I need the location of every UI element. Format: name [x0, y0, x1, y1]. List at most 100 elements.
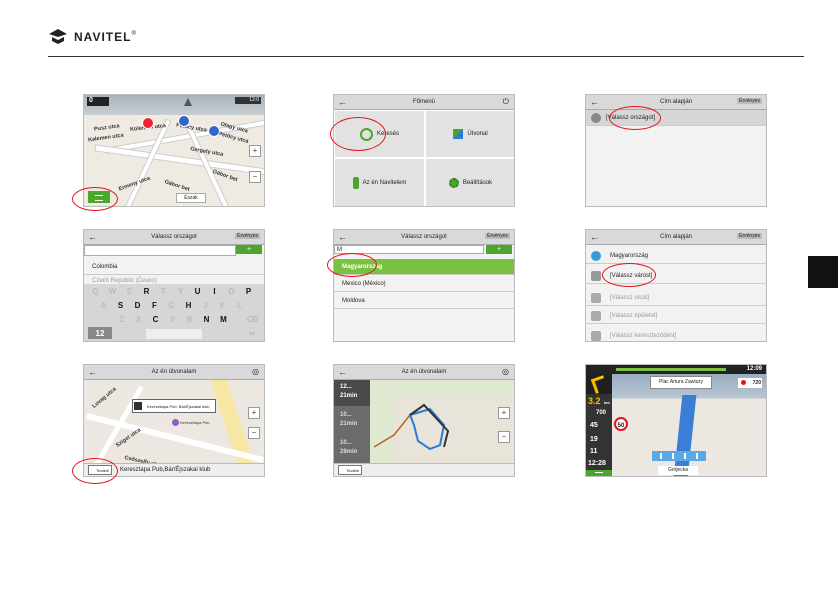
back-arrow-icon[interactable]: ← — [338, 366, 347, 378]
key-j[interactable]: J — [198, 299, 213, 311]
poi-pin-icon[interactable] — [172, 419, 179, 426]
poi-icon[interactable] — [142, 117, 154, 129]
key-r[interactable]: R — [139, 285, 154, 297]
back-arrow-icon[interactable]: ← — [88, 231, 97, 243]
back-arrow-icon[interactable]: ← — [88, 366, 97, 378]
tile-label: Útvonal — [467, 131, 488, 137]
go-button[interactable]: Tovább — [338, 465, 362, 475]
ok-button[interactable]: Érvényes — [737, 233, 762, 239]
zoom-in-icon[interactable]: + — [248, 407, 260, 419]
globe-icon[interactable]: ◎ — [252, 366, 259, 378]
power-icon[interactable]: ⏻ — [503, 96, 509, 108]
list-item[interactable]: Moldova — [334, 293, 514, 309]
zoom-out-icon[interactable]: − — [249, 171, 261, 183]
key-a[interactable]: A — [96, 299, 111, 311]
poi-icon[interactable] — [178, 115, 190, 127]
back-arrow-icon[interactable]: ← — [590, 96, 599, 108]
zoom-in-icon[interactable]: + — [498, 407, 510, 419]
row-label: [Válassz utcát] — [610, 294, 650, 301]
list-item[interactable]: Colombia — [84, 259, 264, 275]
key-p[interactable]: P — [241, 285, 256, 297]
screen-title: Az én útvonalam — [401, 369, 447, 375]
tile-route[interactable]: Útvonal — [425, 110, 514, 158]
building-row[interactable]: [Válassz épületet] — [586, 308, 766, 324]
add-button[interactable]: + — [236, 245, 262, 254]
tile-my-navitel[interactable]: Az én Navitelem — [334, 158, 425, 206]
row-label: Moldova — [342, 297, 365, 304]
map-road — [206, 365, 258, 476]
ok-button[interactable]: Érvényes — [235, 233, 260, 239]
route-time: 28min — [340, 449, 358, 455]
zoom-out-icon[interactable]: − — [248, 427, 260, 439]
row-label: Colombia — [92, 263, 118, 270]
intersection-icon — [591, 331, 601, 341]
key-b[interactable]: B — [182, 313, 197, 325]
street-row[interactable]: [Válassz utcát] — [586, 290, 766, 306]
search-input[interactable] — [84, 245, 236, 256]
side-tab — [808, 256, 838, 288]
key-i[interactable]: I — [207, 285, 222, 297]
key-f[interactable]: F — [147, 299, 162, 311]
back-arrow-icon[interactable]: ← — [338, 231, 347, 243]
destination-label: Keresztapa Pub,Bár/Éjszakai klub — [120, 467, 211, 473]
screen-title: Főmenü — [412, 99, 435, 105]
eta-distance: 11 — [590, 448, 598, 455]
key-g[interactable]: G — [164, 299, 179, 311]
key-m[interactable]: M — [216, 313, 231, 325]
enter-icon[interactable]: ↵ — [245, 327, 260, 339]
tile-settings[interactable]: Beállítások — [425, 158, 514, 206]
street-icon — [591, 293, 601, 303]
key-d[interactable]: D — [130, 299, 145, 311]
globe-icon[interactable]: ◎ — [502, 366, 509, 378]
menu-icon — [595, 472, 603, 476]
key-s[interactable]: S — [113, 299, 128, 311]
route-distance[interactable]: 10... — [340, 412, 352, 418]
ok-button[interactable]: Érvényes — [737, 98, 762, 104]
route-distance: 12... — [340, 384, 352, 390]
key-e[interactable]: E — [122, 285, 137, 297]
city-icon — [591, 271, 601, 281]
key-u[interactable]: U — [190, 285, 205, 297]
key-l[interactable]: L — [232, 299, 247, 311]
key-t[interactable]: T — [156, 285, 171, 297]
back-arrow-icon[interactable]: ← — [338, 96, 347, 108]
ok-button[interactable]: Érvényes — [485, 233, 510, 239]
key-v[interactable]: V — [165, 313, 180, 325]
numbers-key[interactable]: 12 — [88, 327, 112, 339]
key-n[interactable]: N — [199, 313, 214, 325]
key-y[interactable]: Y — [173, 285, 188, 297]
key-o[interactable]: O — [224, 285, 239, 297]
speed-limit-sign: 50 — [614, 417, 628, 431]
list-item[interactable]: Mexico (México) — [334, 276, 514, 292]
menu-button[interactable] — [586, 470, 612, 476]
zoom-out-icon[interactable]: − — [498, 431, 510, 443]
add-button[interactable]: + — [486, 245, 512, 254]
north-up-button[interactable]: Észak — [176, 193, 206, 203]
screenshot-destination: ← Az én útvonalam ◎ Lovag utca Sziget ut… — [83, 364, 265, 477]
route-progress — [616, 368, 726, 371]
poi-popup[interactable]: Kereszttapa Pub, Bár/Éjszakai klub — [132, 399, 216, 413]
turn-distance-unit: km — [604, 400, 610, 405]
poi-icon[interactable] — [208, 125, 220, 137]
zoom-in-icon[interactable]: + — [249, 145, 261, 157]
key-h[interactable]: H — [181, 299, 196, 311]
compass-icon[interactable] — [184, 98, 192, 106]
key-x[interactable]: X — [131, 313, 146, 325]
back-arrow-icon[interactable]: ← — [590, 231, 599, 243]
turn-distance: 3.2 — [588, 396, 601, 406]
space-key[interactable] — [146, 329, 202, 339]
key-q[interactable]: Q — [88, 285, 103, 297]
intersection-row[interactable]: [Válassz kereszteződést] — [586, 328, 766, 341]
key-w[interactable]: W — [105, 285, 120, 297]
my-navitel-icon — [352, 176, 359, 189]
title-bar: ← Az én útvonalam ◎ — [334, 365, 514, 380]
lane-arrow-icon — [672, 453, 674, 459]
route-distance[interactable]: 10... — [340, 440, 352, 446]
backspace-icon[interactable]: ⌫ — [245, 313, 260, 325]
key-k[interactable]: K — [215, 299, 230, 311]
key-c[interactable]: C — [148, 313, 163, 325]
highlight-circle — [72, 458, 118, 484]
navitel-logo-icon — [49, 29, 67, 44]
country-row[interactable]: Magyarország — [586, 248, 766, 264]
key-z[interactable]: Z — [114, 313, 129, 325]
